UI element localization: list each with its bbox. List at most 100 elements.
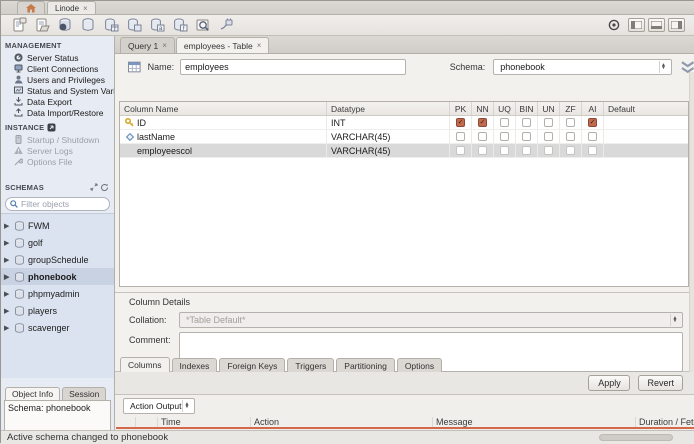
output-col-message[interactable]: Message xyxy=(433,417,636,427)
schema-tree-item-groupschedule[interactable]: ▶ groupSchedule xyxy=(1,251,114,268)
sidebar-item-options-file[interactable]: Options File xyxy=(1,156,114,167)
chevron-right-icon[interactable]: ▶ xyxy=(4,222,11,230)
reconnect-dbms-icon[interactable] xyxy=(214,16,237,34)
new-sql-tab-icon[interactable] xyxy=(7,16,30,34)
close-icon[interactable]: × xyxy=(257,41,262,50)
open-sql-script-icon[interactable] xyxy=(30,16,53,34)
column-row-lastname[interactable]: lastName VARCHAR(45) xyxy=(120,130,688,144)
horizontal-scrollbar-thumb[interactable] xyxy=(599,434,673,441)
checkbox-nn[interactable] xyxy=(478,146,487,155)
vertical-scrollbar[interactable] xyxy=(689,72,694,413)
toggle-right-sidebar-button[interactable] xyxy=(668,18,685,32)
checkbox-uq[interactable] xyxy=(500,118,509,127)
tab-query-1[interactable]: Query 1 × xyxy=(120,37,175,53)
column-row-employeescol[interactable]: employeescol VARCHAR(45) xyxy=(120,144,688,158)
close-icon[interactable]: × xyxy=(83,4,88,13)
header-ai[interactable]: AI xyxy=(582,102,604,115)
tab-indexes[interactable]: Indexes xyxy=(171,358,218,372)
home-tab[interactable] xyxy=(17,1,45,14)
output-col-action[interactable]: Action xyxy=(251,417,433,427)
schema-select[interactable]: phonebook ▲ ▼ xyxy=(493,59,672,75)
checkbox-uq[interactable] xyxy=(500,146,509,155)
chevron-right-icon[interactable]: ▶ xyxy=(4,256,11,264)
chevron-right-icon[interactable]: ▶ xyxy=(4,273,11,281)
checkbox-pk[interactable] xyxy=(456,146,465,155)
checkbox-pk[interactable] xyxy=(456,132,465,141)
tab-session[interactable]: Session xyxy=(62,387,107,400)
tab-partitioning[interactable]: Partitioning xyxy=(336,358,395,372)
schema-tree-item-players[interactable]: ▶ players xyxy=(1,302,114,319)
chevron-right-icon[interactable]: ▶ xyxy=(4,239,11,247)
expand-all-icon[interactable] xyxy=(88,182,99,192)
schema-tree-item-phpmyadmin[interactable]: ▶ phpmyadmin xyxy=(1,285,114,302)
chevron-right-icon[interactable]: ▶ xyxy=(4,307,11,315)
checkbox-zf[interactable] xyxy=(566,118,575,127)
checkbox-un[interactable] xyxy=(544,146,553,155)
revert-button[interactable]: Revert xyxy=(638,375,683,391)
header-uq[interactable]: UQ xyxy=(494,102,516,115)
sidebar-item-startup-shutdown[interactable]: Startup / Shutdown xyxy=(1,134,114,145)
header-column-name[interactable]: Column Name xyxy=(120,102,327,115)
sidebar-item-data-import[interactable]: Data Import/Restore xyxy=(1,107,114,118)
toggle-left-sidebar-button[interactable] xyxy=(628,18,645,32)
sidebar-item-users-privileges[interactable]: Users and Privileges xyxy=(1,74,114,85)
sidebar-item-status-system-variables[interactable]: Status and System Variables xyxy=(1,85,114,96)
header-pk[interactable]: PK xyxy=(450,102,472,115)
schema-filter-input[interactable] xyxy=(21,199,101,209)
chevron-right-icon[interactable]: ▶ xyxy=(4,324,11,332)
tab-columns[interactable]: Columns xyxy=(120,357,170,372)
checkbox-zf[interactable] xyxy=(566,146,575,155)
sidebar-item-data-export[interactable]: Data Export xyxy=(1,96,114,107)
new-function-icon[interactable]: ƒ xyxy=(168,16,191,34)
schema-filter[interactable] xyxy=(5,197,110,211)
toggle-bottom-panel-button[interactable] xyxy=(648,18,665,32)
collation-select[interactable]: *Table Default* ▲ ▼ xyxy=(179,312,683,328)
checkbox-un[interactable] xyxy=(544,132,553,141)
close-icon[interactable]: × xyxy=(162,41,167,50)
connection-tab-linode[interactable]: Linode × xyxy=(47,1,96,14)
schema-tree-item-fwm[interactable]: ▶ FWM xyxy=(1,217,114,234)
tab-foreign-keys[interactable]: Foreign Keys xyxy=(219,358,286,372)
output-col-duration[interactable]: Duration / Fetch xyxy=(636,417,694,427)
checkbox-ai[interactable] xyxy=(588,118,597,127)
chevron-right-icon[interactable]: ▶ xyxy=(4,290,11,298)
checkbox-bin[interactable] xyxy=(522,118,531,127)
checkbox-uq[interactable] xyxy=(500,132,509,141)
schema-tree-item-golf[interactable]: ▶ golf xyxy=(1,234,114,251)
output-col-time[interactable]: Time xyxy=(158,417,251,427)
new-procedure-icon[interactable]: a xyxy=(145,16,168,34)
column-row-id[interactable]: ID INT xyxy=(120,116,688,130)
checkbox-un[interactable] xyxy=(544,118,553,127)
header-default[interactable]: Default xyxy=(604,102,688,115)
header-bin[interactable]: BIN xyxy=(516,102,538,115)
table-name-input[interactable] xyxy=(180,59,406,75)
schema-tree-item-phonebook[interactable]: ▶ phonebook xyxy=(1,268,114,285)
tab-options[interactable]: Options xyxy=(396,358,443,372)
checkbox-pk[interactable] xyxy=(456,118,465,127)
sidebar-item-client-connections[interactable]: Client Connections xyxy=(1,63,114,74)
checkbox-ai[interactable] xyxy=(588,146,597,155)
apply-button[interactable]: Apply xyxy=(588,375,631,391)
output-selector[interactable]: Action Output ▲ ▼ xyxy=(123,398,195,414)
search-table-data-icon[interactable] xyxy=(191,16,214,34)
sidebar-item-server-status[interactable]: Server Status xyxy=(1,52,114,63)
checkbox-nn[interactable] xyxy=(478,118,487,127)
header-datatype[interactable]: Datatype xyxy=(327,102,450,115)
header-un[interactable]: UN xyxy=(538,102,560,115)
checkbox-zf[interactable] xyxy=(566,132,575,141)
new-table-icon[interactable] xyxy=(99,16,122,34)
checkbox-nn[interactable] xyxy=(478,132,487,141)
spinner-icon[interactable]: ▲ ▼ xyxy=(670,314,679,326)
refresh-icon[interactable] xyxy=(99,182,110,192)
checkbox-bin[interactable] xyxy=(522,146,531,155)
schema-tree-item-scavenger[interactable]: ▶ scavenger xyxy=(1,319,114,336)
tab-object-info[interactable]: Object Info xyxy=(5,387,61,400)
checkbox-ai[interactable] xyxy=(588,132,597,141)
spinner-icon[interactable]: ▲ ▼ xyxy=(658,61,668,73)
sidebar-item-server-logs[interactable]: Server Logs xyxy=(1,145,114,156)
header-nn[interactable]: NN xyxy=(472,102,494,115)
new-connection-icon[interactable] xyxy=(53,16,76,34)
new-view-icon[interactable] xyxy=(122,16,145,34)
tab-triggers[interactable]: Triggers xyxy=(287,358,335,372)
spinner-icon[interactable]: ▲ ▼ xyxy=(182,400,191,412)
